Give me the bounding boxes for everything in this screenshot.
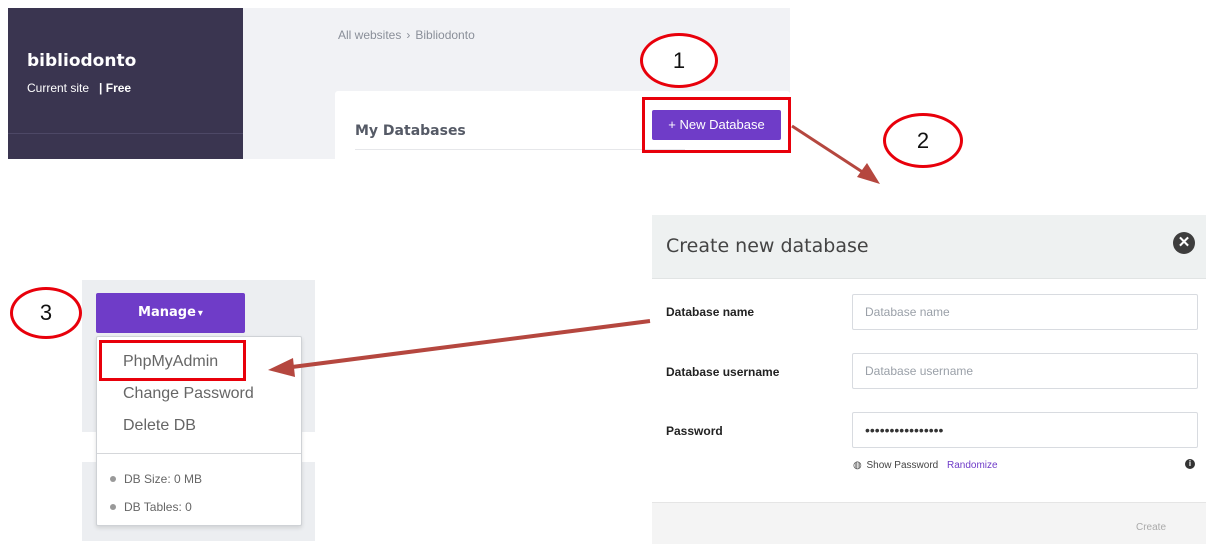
database-name-input[interactable] [852,294,1198,330]
databases-card-title: My Databases [355,123,466,139]
step-marker-1: 1 [640,33,718,88]
manage-button[interactable]: Manage ▾ [96,293,245,333]
modal-footer: Create [652,502,1206,544]
password-options: ◍ Show Password Randomize [853,460,998,471]
database-username-label: Database username [666,365,780,379]
menu-item-change-password[interactable]: Change Password [123,385,254,403]
phpmyadmin-highlight-box [99,340,246,381]
info-icon[interactable]: i [1185,459,1195,469]
site-subtitle: Current site | Free [27,81,131,95]
modal-title: Create new database [666,235,869,257]
show-password-toggle[interactable]: Show Password [867,460,939,471]
sidebar: bibliodonto Current site | Free [8,8,243,159]
manage-button-label: Manage [138,305,196,320]
breadcrumb-all-websites[interactable]: All websites [338,28,401,42]
password-input[interactable] [852,412,1198,448]
db-size-text: DB Size: 0 MB [124,472,203,486]
arrow-to-phpmyadmin [268,319,651,377]
randomize-link[interactable]: Randomize [947,460,998,471]
eye-slash-icon[interactable]: ◍ [853,460,862,471]
breadcrumb: All websites › Bibliodonto [338,28,475,42]
database-name-label: Database name [666,305,755,319]
step-marker-3: 3 [10,287,82,339]
password-label: Password [666,424,723,438]
arrow-to-modal [791,124,880,184]
caret-down-icon: ▾ [197,308,203,319]
plan-label: | Free [99,81,132,95]
menu-item-delete-db[interactable]: Delete DB [123,417,196,435]
db-tables-text: DB Tables: 0 [124,500,192,514]
current-site-label: Current site [27,81,90,95]
bullet-icon [110,503,116,510]
new-database-button[interactable]: + New Database [652,110,781,140]
create-button[interactable]: Create [1136,522,1166,533]
create-database-modal: Create new database ✕ Database name Data… [652,215,1206,544]
breadcrumb-separator-icon: › [406,28,411,42]
card-divider [355,149,685,150]
sidebar-divider [8,133,243,134]
db-tables-stat: DB Tables: 0 [110,500,192,514]
close-icon[interactable]: ✕ [1173,232,1195,254]
db-size-stat: DB Size: 0 MB [110,472,202,486]
site-name[interactable]: bibliodonto [27,51,136,71]
step-marker-2: 2 [883,113,963,168]
breadcrumb-current: Bibliodonto [415,28,475,42]
modal-header: Create new database ✕ [652,215,1206,279]
bullet-icon [110,475,116,482]
menu-divider [97,453,301,454]
database-username-input[interactable] [852,353,1198,389]
